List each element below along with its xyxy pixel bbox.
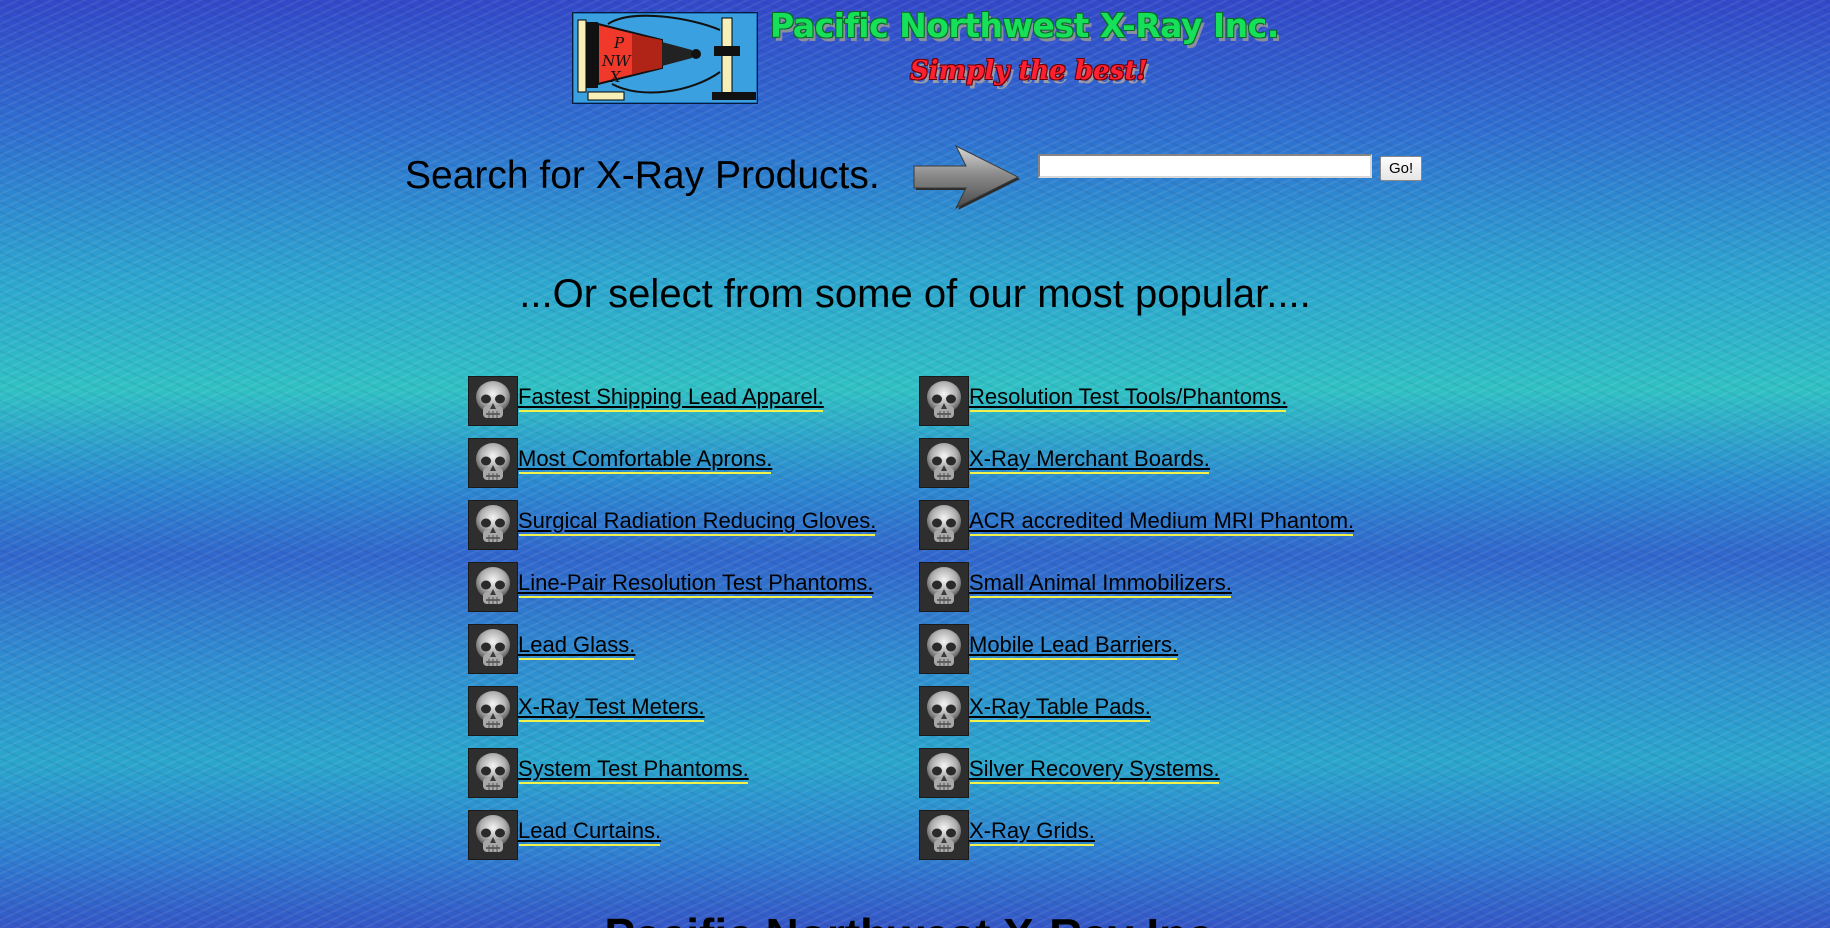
brand-slogan: Simply the best! [910,56,1148,86]
skull-xray-icon [919,438,969,488]
popular-links-right: Resolution Test Tools/Phantoms. X-Ray Me… [919,376,1399,872]
product-link[interactable]: X-Ray Test Meters. [518,694,705,720]
list-item[interactable]: Resolution Test Tools/Phantoms. [919,376,1399,426]
brand-title: Pacific Northwest X-Ray Inc. [770,6,1279,45]
list-item[interactable]: X-Ray Grids. [919,810,1399,860]
list-item[interactable]: X-Ray Table Pads. [919,686,1399,736]
product-link[interactable]: X-Ray Table Pads. [969,694,1151,720]
xray-machine-logo-icon: P NW X [571,11,759,105]
list-item[interactable]: Lead Glass. [468,624,898,674]
skull-xray-icon [468,624,518,674]
popular-heading-text: ...Or select from some of our most popul… [519,272,1311,316]
product-link[interactable]: ACR accredited Medium MRI Phantom. [969,508,1354,534]
skull-xray-icon [468,686,518,736]
list-item[interactable]: X-Ray Test Meters. [468,686,898,736]
search-input[interactable] [1038,154,1372,178]
product-link[interactable]: Mobile Lead Barriers. [969,632,1178,658]
skull-xray-icon [468,562,518,612]
product-link[interactable]: Most Comfortable Aprons. [518,446,772,472]
company-logo[interactable]: P NW X [571,11,759,105]
list-item[interactable]: Mobile Lead Barriers. [919,624,1399,674]
product-link[interactable]: System Test Phantoms. [518,756,749,782]
skull-xray-icon [919,562,969,612]
product-link[interactable]: X-Ray Grids. [969,818,1095,844]
list-item[interactable]: Silver Recovery Systems. [919,748,1399,798]
skull-xray-icon [468,810,518,860]
skull-xray-icon [919,748,969,798]
product-link[interactable]: Line-Pair Resolution Test Phantoms. [518,570,873,596]
skull-xray-icon [468,376,518,426]
product-link[interactable]: X-Ray Merchant Boards. [969,446,1210,472]
list-item[interactable]: Lead Curtains. [468,810,898,860]
list-item[interactable]: Small Animal Immobilizers. [919,562,1399,612]
product-link[interactable]: Small Animal Immobilizers. [969,570,1232,596]
product-link[interactable]: Resolution Test Tools/Phantoms. [969,384,1287,410]
footer-title: Pacific Northwest X-Ray Inc. [0,912,1830,928]
skull-xray-icon [468,438,518,488]
list-item[interactable]: Fastest Shipping Lead Apparel. [468,376,898,426]
product-link[interactable]: Surgical Radiation Reducing Gloves. [518,508,876,534]
search-label: Search for X-Ray Products. [405,154,880,197]
svg-text:X: X [609,68,622,86]
skull-xray-icon [468,748,518,798]
right-arrow-icon [913,144,1020,210]
skull-xray-icon [919,810,969,860]
popular-heading: ...Or select from some of our most popul… [0,272,1830,317]
product-link[interactable]: Silver Recovery Systems. [969,756,1220,782]
skull-xray-icon [919,624,969,674]
product-link[interactable]: Fastest Shipping Lead Apparel. [518,384,824,410]
product-link[interactable]: Lead Glass. [518,632,635,658]
skull-xray-icon [919,686,969,736]
list-item[interactable]: Most Comfortable Aprons. [468,438,898,488]
list-item[interactable]: Line-Pair Resolution Test Phantoms. [468,562,898,612]
list-item[interactable]: X-Ray Merchant Boards. [919,438,1399,488]
popular-links-left: Fastest Shipping Lead Apparel. Most Comf… [468,376,898,872]
list-item[interactable]: ACR accredited Medium MRI Phantom. [919,500,1399,550]
go-button[interactable]: Go! [1380,156,1423,181]
list-item[interactable]: System Test Phantoms. [468,748,898,798]
skull-xray-icon [468,500,518,550]
svg-text:P: P [613,34,625,52]
skull-xray-icon [919,376,969,426]
product-link[interactable]: Lead Curtains. [518,818,661,844]
list-item[interactable]: Surgical Radiation Reducing Gloves. [468,500,898,550]
skull-xray-icon [919,500,969,550]
